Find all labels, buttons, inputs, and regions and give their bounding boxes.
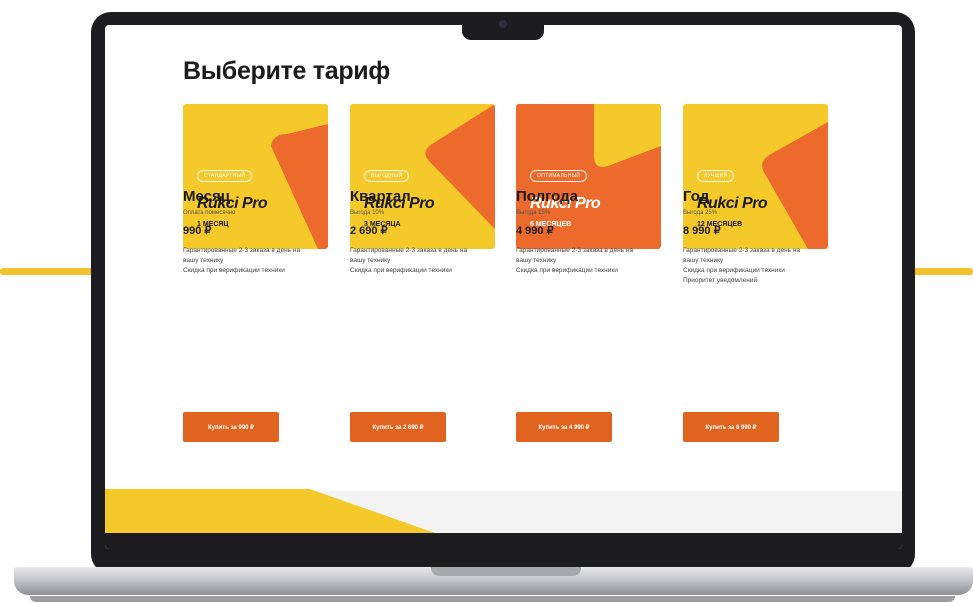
- feature-line: Скидка при верификации техники: [183, 267, 285, 274]
- accent-line-left: [0, 268, 100, 275]
- plan-name: Год: [683, 188, 710, 205]
- laptop-screen: Выберите тариф стандартный Rukci Pro 1 М…: [105, 25, 902, 549]
- camera-icon: [499, 20, 507, 28]
- feature-line: Скидка при верификации техники: [683, 267, 785, 274]
- plan-note: Выгода 10%: [350, 210, 385, 216]
- feature-line: вашу технику: [516, 257, 557, 264]
- plan-note: Оплата помесячно: [183, 210, 236, 216]
- plan-price: 990 ₽: [183, 225, 212, 237]
- plan-price: 2 690 ₽: [350, 225, 388, 237]
- feature-line: вашу технику: [183, 257, 224, 264]
- feature-line: Приоритет уведомлений: [683, 277, 758, 284]
- buy-button-half-year[interactable]: Купить за 4 990 ₽: [516, 412, 612, 442]
- feature-line: Гарантированные 2-3 заказа в день на: [183, 247, 301, 254]
- plan-features: Гарантированные 2-3 заказа в день на ваш…: [516, 246, 664, 276]
- plan-price: 8 990 ₽: [683, 225, 721, 237]
- screen-bezel-bottom: [105, 533, 902, 549]
- accent-line-right: [907, 268, 973, 275]
- plan-name: Полгода: [516, 188, 578, 205]
- plan-badge: стандартный: [197, 170, 253, 182]
- buy-button-year[interactable]: Купить за 8 990 ₽: [683, 412, 779, 442]
- feature-line: Гарантированные 2-3 заказа в день на: [683, 247, 801, 254]
- laptop-base-shadow: [30, 596, 955, 602]
- plan-price: 4 990 ₽: [516, 225, 554, 237]
- plan-badge: выгодный: [364, 170, 410, 182]
- buy-button-quarter[interactable]: Купить за 2 690 ₽: [350, 412, 446, 442]
- plan-name: Месяц: [183, 188, 230, 205]
- plan-badge: оптимальный: [530, 170, 588, 182]
- feature-line: Гарантированные 2-3 заказа в день на: [516, 247, 634, 254]
- feature-line: Скидка при верификации техники: [516, 267, 618, 274]
- plan-note: Выгода 15%: [516, 210, 551, 216]
- feature-line: вашу технику: [350, 257, 391, 264]
- plan-note: Выгода 25%: [683, 210, 718, 216]
- plan-features: Гарантированные 2-3 заказа в день на ваш…: [350, 246, 498, 276]
- buy-button-month[interactable]: Купить за 990 ₽: [183, 412, 279, 442]
- feature-line: вашу технику: [683, 257, 724, 264]
- laptop-base-notch: [431, 567, 581, 576]
- plan-badge: лучший: [697, 170, 735, 182]
- feature-line: Гарантированные 2-3 заказа в день на: [350, 247, 468, 254]
- feature-line: Скидка при верификации техники: [350, 267, 452, 274]
- plan-features: Гарантированные 2-3 заказа в день на ваш…: [183, 246, 331, 276]
- plan-name: Квартал: [350, 188, 411, 205]
- plan-features: Гарантированные 2-3 заказа в день на ваш…: [683, 246, 831, 286]
- page-title: Выберите тариф: [183, 57, 390, 85]
